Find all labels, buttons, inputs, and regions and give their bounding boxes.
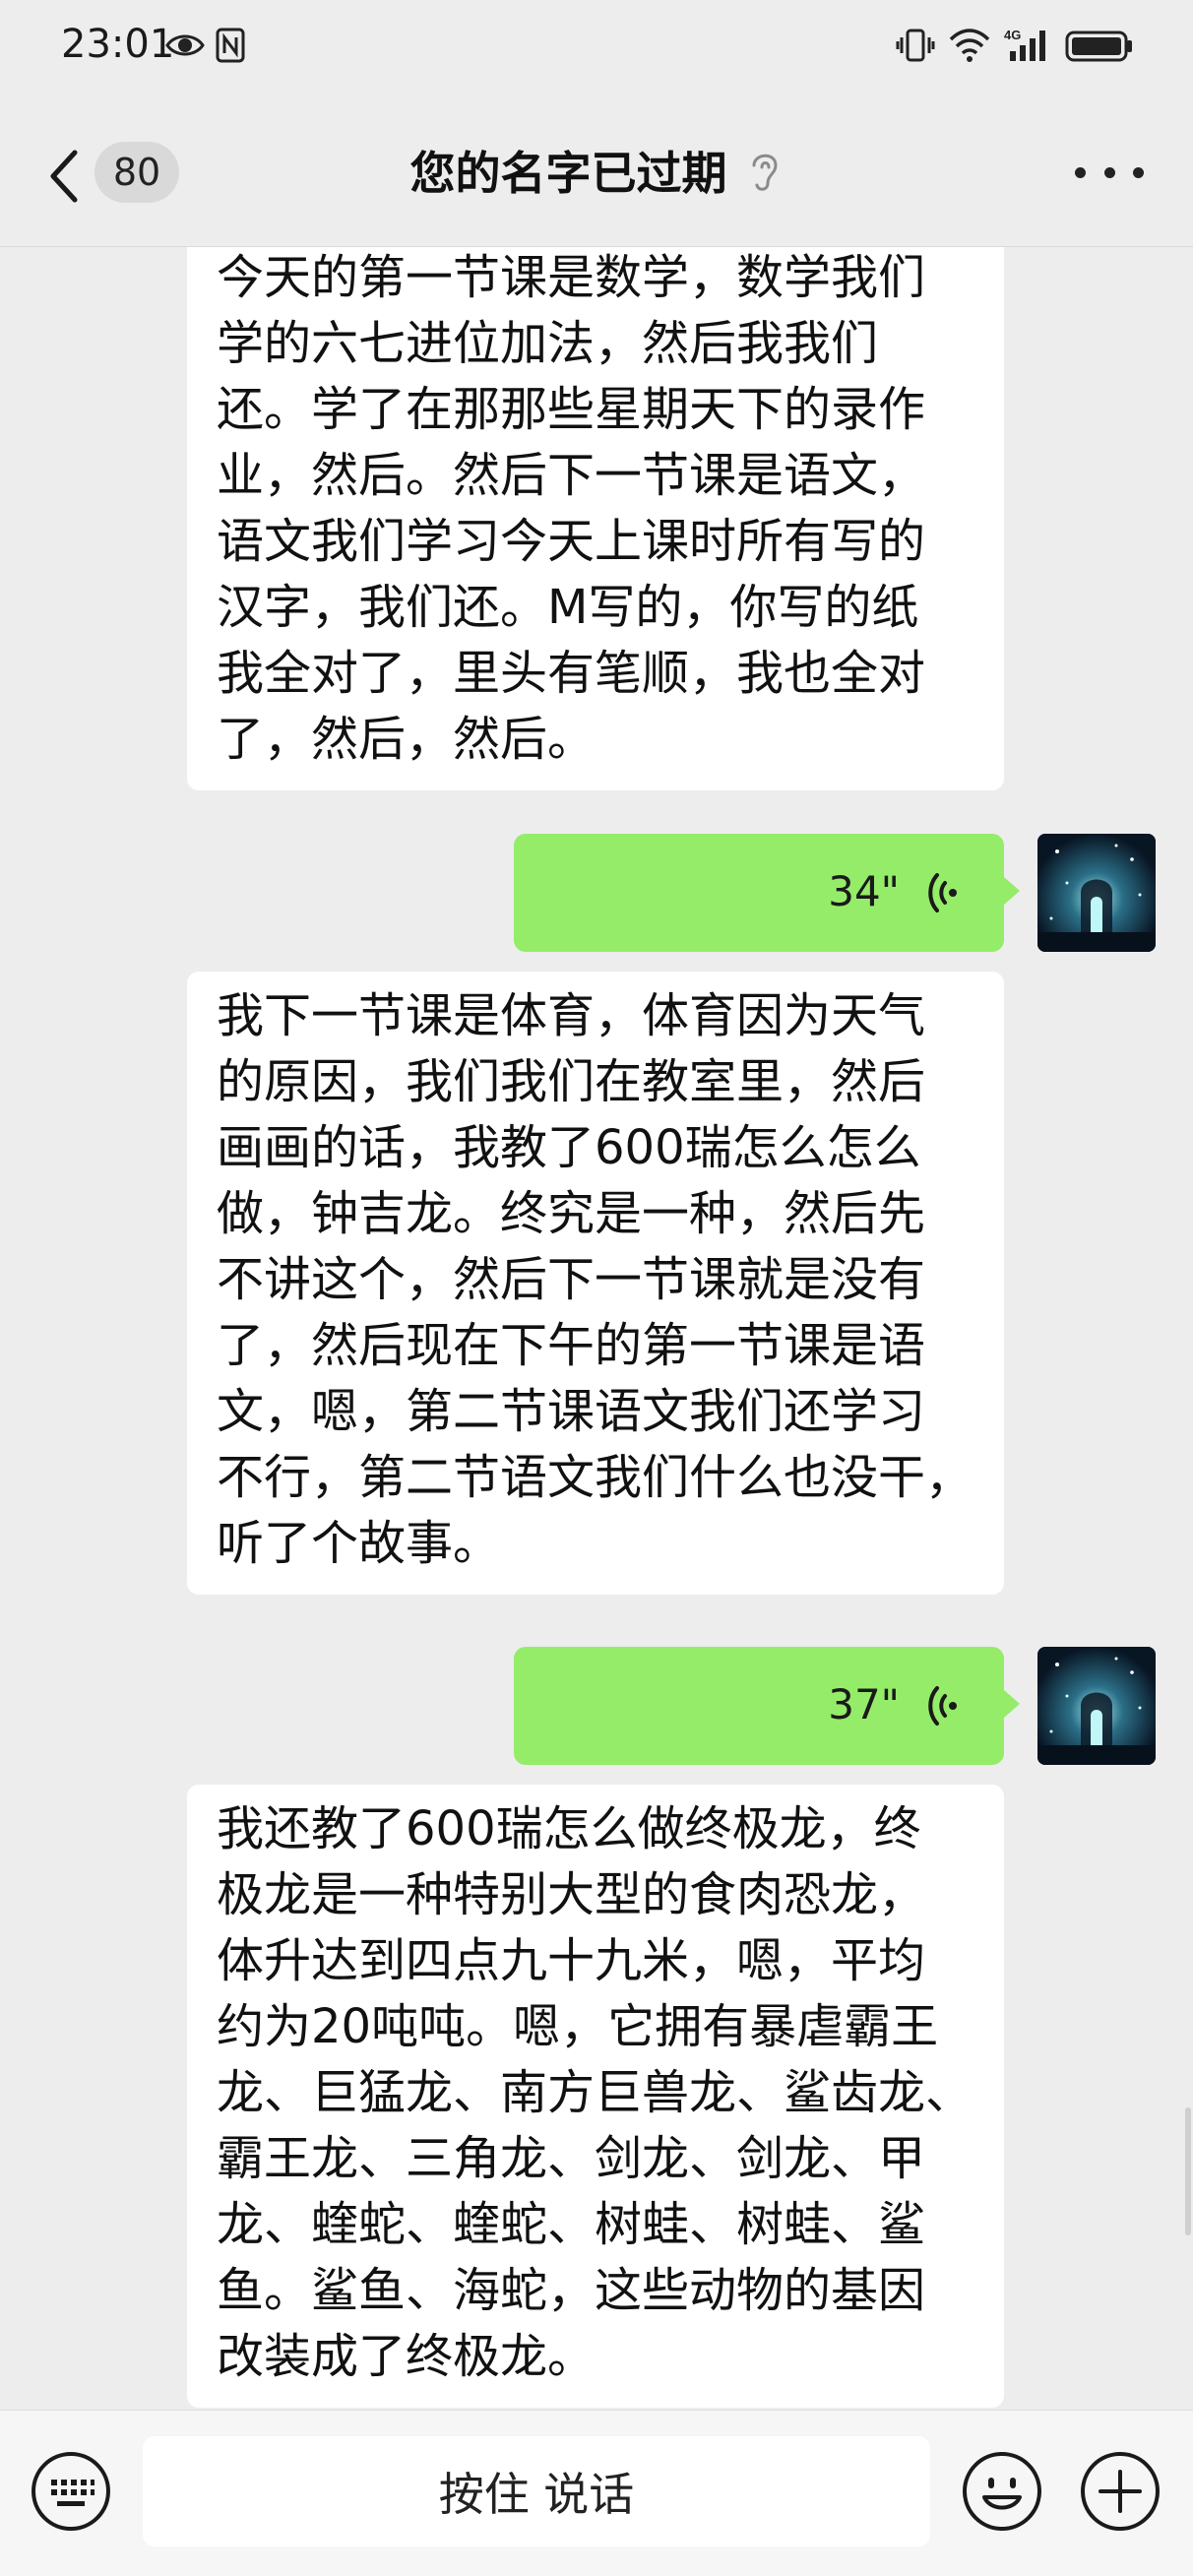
vibrate-icon (896, 26, 935, 69)
battery-icon (1065, 26, 1134, 69)
status-time: 23:01 (61, 22, 175, 67)
keyboard-toggle-button[interactable] (30, 2450, 112, 2533)
chat-header: 80 您的名字已过期 (0, 98, 1193, 247)
avatar[interactable] (1037, 834, 1156, 952)
voice-duration: 37" (828, 1680, 900, 1728)
chat-title[interactable]: 您的名字已过期 (409, 138, 726, 203)
avatar[interactable] (1037, 1647, 1156, 1765)
text-message-bubble[interactable]: 我还教了600瑞怎么做终极龙，终 极龙是一种特别大型的食肉恐龙， 体升达到四点九… (187, 1785, 1004, 2408)
voice-duration: 34" (828, 867, 900, 915)
voice-message-bubble[interactable]: 37" (514, 1647, 1020, 1765)
svg-text:4G: 4G (1004, 28, 1021, 42)
ear-icon (752, 154, 778, 191)
more-dots-icon (1103, 166, 1115, 178)
wifi-icon (949, 26, 990, 69)
status-bar: 23:01 4G (0, 0, 1193, 98)
plus-icon (1081, 2452, 1160, 2531)
voice-message-bubble[interactable]: 34" (514, 834, 1020, 952)
nfc-icon (215, 26, 246, 69)
more-options-button[interactable] (1075, 157, 1144, 187)
keyboard-icon (31, 2452, 110, 2531)
hold-to-talk-button[interactable]: 按住 说话 (143, 2436, 930, 2546)
text-message-bubble[interactable]: 我下一节课是体育，体育因为天气 的原因，我们我们在教室里，然后 画画的话，我教了… (187, 972, 1004, 1595)
more-dots-icon (1075, 166, 1086, 178)
more-dots-icon (1133, 166, 1144, 178)
input-bar: 按住 说话 (0, 2410, 1193, 2576)
title-wrap: 您的名字已过期 (0, 138, 1193, 203)
chat-message-list[interactable]: 今天的第一节课是数学，数学我们 学的六七进位加法，然后我我们 还。学了在那那些星… (0, 247, 1193, 2409)
eye-icon (165, 26, 205, 69)
status-right-icons: 4G (896, 26, 1134, 69)
voice-wave-icon (928, 873, 957, 912)
emoji-icon (963, 2452, 1041, 2531)
emoji-button[interactable] (961, 2450, 1043, 2533)
more-functions-button[interactable] (1079, 2450, 1162, 2533)
voice-wave-icon (928, 1686, 957, 1726)
avatar-image (1037, 834, 1156, 952)
status-left-icons (165, 26, 246, 69)
text-message-bubble[interactable]: 今天的第一节课是数学，数学我们 学的六七进位加法，然后我我们 还。学了在那那些星… (187, 247, 1004, 790)
scrollbar[interactable] (1185, 2107, 1191, 2235)
signal-4g-icon: 4G (1004, 26, 1051, 69)
avatar-image (1037, 1647, 1156, 1765)
